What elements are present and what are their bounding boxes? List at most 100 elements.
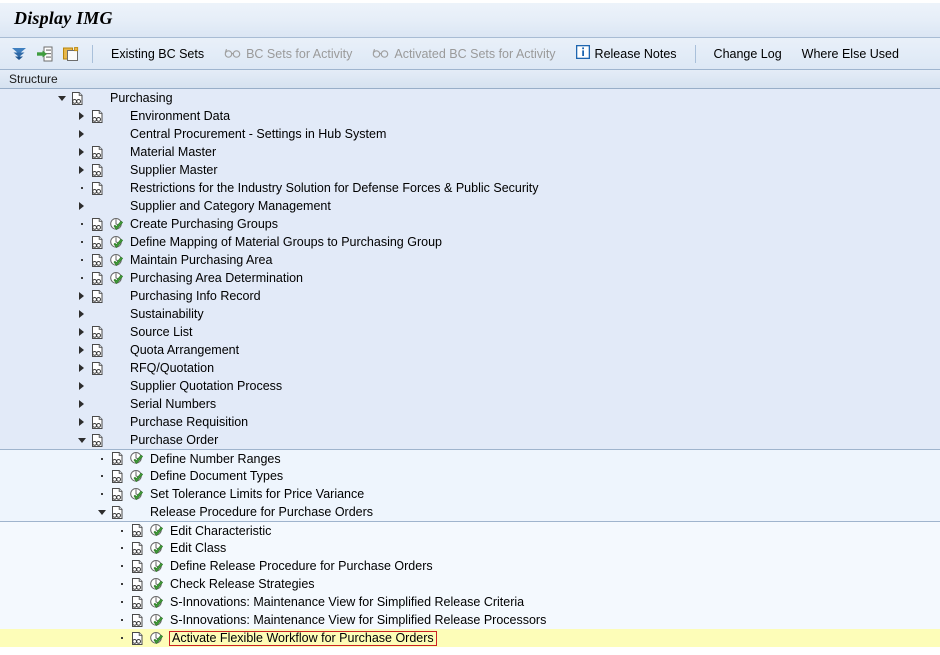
tree-row-label[interactable]: Purchase Order [130, 433, 218, 447]
tree-row[interactable]: Central Procurement - Settings in Hub Sy… [0, 125, 940, 143]
tree-row-label[interactable]: Purchasing Info Record [130, 289, 261, 303]
tree-row-label[interactable]: Create Purchasing Groups [130, 217, 278, 231]
tree-row-label[interactable]: Define Release Procedure for Purchase Or… [170, 559, 433, 573]
chevron-right-icon[interactable] [75, 382, 88, 390]
chevron-right-icon[interactable] [75, 130, 88, 138]
tree-row-label[interactable]: Define Document Types [150, 469, 283, 483]
tree-row[interactable]: Environment Data [0, 107, 940, 125]
tree-row[interactable]: Sustainability [0, 305, 940, 323]
tree-row[interactable]: Edit Class [0, 539, 940, 557]
tree-row[interactable]: Supplier Master [0, 161, 940, 179]
tree-row[interactable]: Purchase Order [0, 431, 940, 449]
img-activity-icon[interactable] [147, 595, 166, 610]
tree-row[interactable]: Quota Arrangement [0, 341, 940, 359]
tree-row[interactable]: Purchasing Area Determination [0, 269, 940, 287]
tree-row[interactable]: Purchase Requisition [0, 413, 940, 431]
existing-bc-sets-button[interactable]: Existing BC Sets [101, 41, 214, 67]
chevron-right-icon[interactable] [75, 292, 88, 300]
tree-row[interactable]: Create Purchasing Groups [0, 215, 940, 233]
tree-row-label[interactable]: Set Tolerance Limits for Price Variance [150, 487, 364, 501]
img-activity-icon[interactable] [147, 559, 166, 574]
chevron-right-icon[interactable] [75, 400, 88, 408]
tree-row-label[interactable]: Purchasing Area Determination [130, 271, 303, 285]
tree-row[interactable]: Source List [0, 323, 940, 341]
tree-row[interactable]: Restrictions for the Industry Solution f… [0, 179, 940, 197]
tree-row-label[interactable]: Purchase Requisition [130, 415, 248, 429]
tree-row-label[interactable]: Source List [130, 325, 193, 339]
img-activity-icon[interactable] [147, 541, 166, 556]
tree-row-label[interactable]: Check Release Strategies [170, 577, 315, 591]
chevron-right-icon[interactable] [75, 202, 88, 210]
tree-row-label[interactable]: Maintain Purchasing Area [130, 253, 272, 267]
tree-row-label[interactable]: Edit Class [170, 541, 226, 555]
tree-row[interactable]: Define Number Ranges [0, 449, 940, 467]
tree-row[interactable]: Activate Flexible Workflow for Purchase … [0, 629, 940, 647]
chevron-down-icon[interactable] [75, 437, 88, 443]
img-activity-icon[interactable] [107, 217, 126, 232]
chevron-right-icon[interactable] [75, 418, 88, 426]
tree-row-label[interactable]: Purchasing [110, 91, 173, 105]
chevron-right-icon[interactable] [75, 364, 88, 372]
tree-row-label[interactable]: Central Procurement - Settings in Hub Sy… [130, 127, 386, 141]
tree-row[interactable]: Define Mapping of Material Groups to Pur… [0, 233, 940, 251]
img-activity-icon[interactable] [107, 271, 126, 286]
img-activity-icon[interactable] [147, 523, 166, 538]
tree-row[interactable]: Serial Numbers [0, 395, 940, 413]
tree-row-label[interactable]: Release Procedure for Purchase Orders [150, 505, 373, 519]
tree-row-label[interactable]: RFQ/Quotation [130, 361, 214, 375]
chevron-right-icon[interactable] [75, 148, 88, 156]
tree-row[interactable]: Supplier Quotation Process [0, 377, 940, 395]
chevron-right-icon[interactable] [75, 112, 88, 120]
tree-row-label[interactable]: S-Innovations: Maintenance View for Simp… [170, 595, 524, 609]
img-activity-icon[interactable] [127, 451, 146, 466]
tree-row[interactable]: Release Procedure for Purchase Orders [0, 503, 940, 521]
tree-row-label[interactable]: Environment Data [130, 109, 230, 123]
tree-row-label[interactable]: Supplier Quotation Process [130, 379, 282, 393]
tree-row-label[interactable]: S-Innovations: Maintenance View for Simp… [170, 613, 546, 627]
tree-row[interactable]: Material Master [0, 143, 940, 161]
tree-row-label[interactable]: Activate Flexible Workflow for Purchase … [169, 630, 437, 646]
tree-row[interactable]: Maintain Purchasing Area [0, 251, 940, 269]
img-activity-icon[interactable] [127, 487, 146, 502]
bc-sets-for-activity-button[interactable]: BC Sets for Activity [214, 41, 362, 67]
img-activity-icon[interactable] [147, 577, 166, 592]
release-notes-button[interactable]: Release Notes [566, 41, 687, 67]
tree-row-label[interactable]: Serial Numbers [130, 397, 216, 411]
filter-icon[interactable] [8, 43, 30, 65]
tree-row-label[interactable]: Quota Arrangement [130, 343, 239, 357]
tree-row[interactable]: Supplier and Category Management [0, 197, 940, 215]
activated-bc-sets-for-activity-button[interactable]: Activated BC Sets for Activity [362, 41, 565, 67]
chevron-down-icon[interactable] [55, 95, 68, 101]
tree-row[interactable]: Purchasing [0, 89, 940, 107]
tree-row[interactable]: Edit Characteristic [0, 521, 940, 539]
tree-row-label[interactable]: Material Master [130, 145, 216, 159]
change-log-button[interactable]: Change Log [704, 41, 792, 67]
tree-row-label[interactable]: Define Number Ranges [150, 452, 281, 466]
img-activity-icon[interactable] [127, 469, 146, 484]
chevron-right-icon[interactable] [75, 166, 88, 174]
tree-row[interactable]: S-Innovations: Maintenance View for Simp… [0, 593, 940, 611]
tree-row-label[interactable]: Edit Characteristic [170, 524, 271, 538]
tree-row[interactable]: S-Innovations: Maintenance View for Simp… [0, 611, 940, 629]
expand-node-icon[interactable] [34, 43, 56, 65]
tree-row[interactable]: Check Release Strategies [0, 575, 940, 593]
tree-row[interactable]: Define Release Procedure for Purchase Or… [0, 557, 940, 575]
tree-row[interactable]: Define Document Types [0, 467, 940, 485]
chevron-right-icon[interactable] [75, 346, 88, 354]
chevron-right-icon[interactable] [75, 310, 88, 318]
chevron-right-icon[interactable] [75, 328, 88, 336]
img-structure-tree[interactable]: Purchasing Environment Data Central Procur… [0, 89, 940, 655]
tree-row[interactable]: Purchasing Info Record [0, 287, 940, 305]
img-activity-icon[interactable] [107, 235, 126, 250]
tree-row[interactable]: Set Tolerance Limits for Price Variance [0, 485, 940, 503]
tree-row-label[interactable]: Supplier Master [130, 163, 218, 177]
img-activity-icon[interactable] [147, 613, 166, 628]
chevron-down-icon[interactable] [95, 509, 108, 515]
tree-row-label[interactable]: Sustainability [130, 307, 204, 321]
tree-row-label[interactable]: Restrictions for the Industry Solution f… [130, 181, 539, 195]
img-activity-icon[interactable] [107, 253, 126, 268]
clipboard-icon[interactable] [60, 43, 82, 65]
tree-row[interactable]: RFQ/Quotation [0, 359, 940, 377]
tree-row-label[interactable]: Define Mapping of Material Groups to Pur… [130, 235, 442, 249]
where-else-used-button[interactable]: Where Else Used [792, 41, 909, 67]
